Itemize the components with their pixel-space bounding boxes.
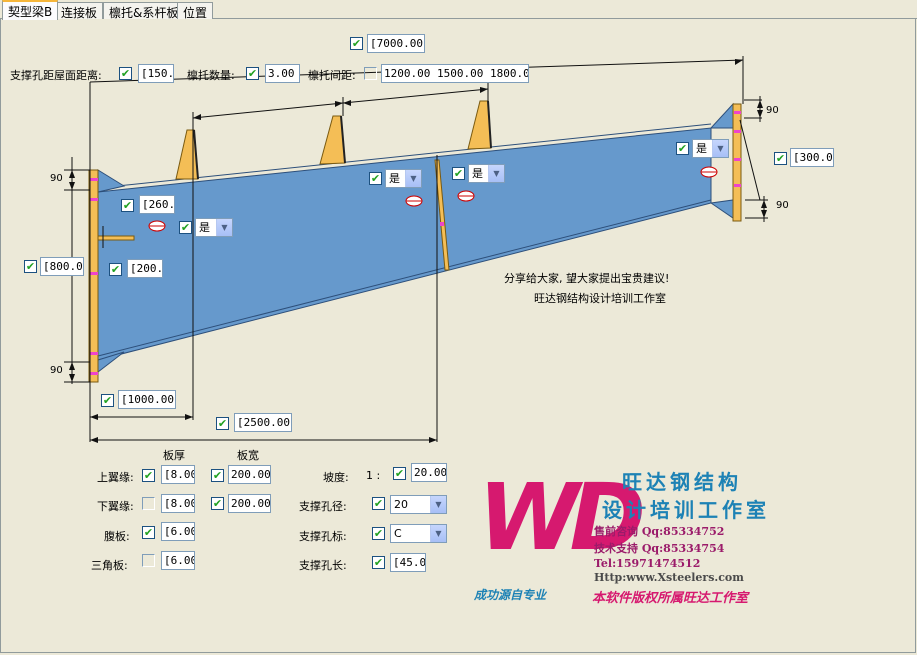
triangle-plate-checkbox[interactable] [142, 554, 155, 567]
dim-90-right-bottom: 90 [776, 200, 789, 211]
support-hole-distance-label: 支撑孔距屋面距离: [10, 69, 102, 82]
chevron-down-icon: ▼ [430, 496, 446, 513]
purlin-spacing-checkbox[interactable] [364, 67, 377, 80]
slope-prefix: 1 : [366, 469, 381, 482]
mid-hole-1-select[interactable]: 是 ▼ [385, 169, 422, 188]
thickness-header: 板厚 [163, 449, 185, 462]
support-hole-distance-checkbox[interactable] [119, 67, 132, 80]
hole-length-field[interactable]: [45.0 [390, 553, 426, 572]
right-height-checkbox[interactable] [774, 152, 787, 165]
top-flange-thk-checkbox[interactable] [142, 469, 155, 482]
logo-copyright: 本软件版权所属旺达工作室 [592, 591, 749, 606]
bottom-flange-thk-checkbox[interactable] [142, 497, 155, 510]
chevron-down-icon: ▼ [488, 165, 504, 182]
hole-mark-checkbox[interactable] [372, 527, 385, 540]
right-top-haunch [709, 102, 734, 129]
left-hole-select[interactable]: 是 ▼ [195, 218, 233, 237]
bottom-flange-thk-field[interactable]: [8.00 [161, 494, 195, 513]
logo-title-1: 旺达钢结构 [622, 470, 742, 494]
bottom-flange-width-checkbox[interactable] [211, 497, 224, 510]
hole-mark-select[interactable]: C ▼ [390, 524, 447, 543]
support-hole-distance-field[interactable]: [150.0 [138, 64, 174, 83]
mid-hole-2-select[interactable]: 是 ▼ [468, 164, 505, 183]
right-hole-checkbox[interactable] [676, 142, 689, 155]
top-flange-width-field[interactable]: 200.00 [228, 465, 271, 484]
hole-mark-label: 支撑孔标: [299, 530, 347, 543]
bottom-flange-width-field[interactable]: 200.00 [228, 494, 271, 513]
purlin-count-label: 檩托数量: [187, 69, 235, 82]
slope-field[interactable]: 20.00 [411, 463, 447, 482]
left-height-checkbox[interactable] [24, 260, 37, 273]
logo-slogan: 成功源自专业 [474, 588, 547, 602]
mid-hole-2-checkbox[interactable] [452, 167, 465, 180]
triangle-plate-thk-field[interactable]: [6.00 [161, 551, 195, 570]
right-end-plate [732, 103, 742, 222]
triangle-plate-label: 三角板: [91, 559, 128, 572]
logo-support: 技术支持 Qq:85334754 [594, 542, 725, 555]
hole-dia-select[interactable]: 20 ▼ [390, 495, 447, 514]
top-flange-thk-field[interactable]: [8.00 [161, 465, 195, 484]
left-offset-checkbox[interactable] [121, 199, 134, 212]
hole-dia-checkbox[interactable] [372, 497, 385, 510]
logo-presales: 售前咨询 Qq:85334752 [594, 525, 725, 538]
dist-1000-checkbox[interactable] [101, 394, 114, 407]
dist-2500-checkbox[interactable] [216, 417, 229, 430]
web-thk-checkbox[interactable] [142, 526, 155, 539]
bottom-flange-label: 下翼缘: [97, 500, 134, 513]
stiffener-pos-checkbox[interactable] [109, 263, 122, 276]
tab-wedge-beam-b[interactable]: 契型梁B [2, 0, 59, 20]
chevron-down-icon: ▼ [216, 219, 232, 236]
chevron-down-icon: ▼ [712, 140, 728, 157]
hole-dia-label: 支撑孔径: [299, 500, 347, 513]
logo-website: Http:www.Xsteelers.com [594, 571, 744, 584]
purlin-count-field[interactable]: 3.00 [265, 64, 300, 83]
left-height-field[interactable]: [800.00] [40, 257, 84, 276]
web-label: 腹板: [104, 530, 130, 543]
wd-logo-letters: WD [478, 464, 646, 571]
width-header: 板宽 [237, 449, 259, 462]
total-length-checkbox[interactable] [350, 37, 363, 50]
hole-length-label: 支撑孔长: [299, 559, 347, 572]
wd-logo: WD [478, 462, 646, 582]
studio-note: 旺达钢结构设计培训工作室 [534, 292, 666, 305]
dim-90-right-top: 90 [766, 105, 779, 116]
chevron-down-icon: ▼ [405, 170, 421, 187]
share-note: 分享给大家, 望大家提出宝贵建议! [504, 272, 670, 285]
right-height-field[interactable]: [300.00] [790, 148, 834, 167]
right-hole-select[interactable]: 是 ▼ [692, 139, 729, 158]
stiffener-pos-field[interactable]: [200.0 [127, 259, 163, 278]
beam-diagram [64, 56, 768, 443]
purlin-count-checkbox[interactable] [246, 67, 259, 80]
left-top-haunch [97, 169, 126, 193]
slope-checkbox[interactable] [393, 467, 406, 480]
chevron-down-icon: ▼ [430, 525, 446, 542]
mid-hole-1-checkbox[interactable] [369, 172, 382, 185]
purlin-spacing-field[interactable]: 1200.00 1500.00 1800.00 [381, 64, 529, 83]
left-offset-field[interactable]: [260.0 [139, 195, 175, 214]
dim-90-left-top: 90 [50, 173, 63, 184]
dist-1000-field[interactable]: [1000.00] [118, 390, 176, 409]
hole-length-checkbox[interactable] [372, 556, 385, 569]
logo-tel: Tel:15971474512 [594, 557, 701, 570]
top-flange-width-checkbox[interactable] [211, 469, 224, 482]
total-length-field[interactable]: [7000.00] [367, 34, 425, 53]
purlin-spacing-label: 檩托间距: [308, 69, 356, 82]
dist-2500-field[interactable]: [2500.00] [234, 413, 292, 432]
logo-title-2: 设计培训工作室 [602, 498, 770, 522]
slope-label: 坡度: [323, 471, 349, 484]
dim-90-left-bottom: 90 [50, 365, 63, 376]
web-thk-field[interactable]: [6.00 [161, 522, 195, 541]
right-bottom-haunch [709, 199, 734, 219]
left-hole-checkbox[interactable] [179, 221, 192, 234]
top-flange-label: 上翼缘: [97, 471, 134, 484]
